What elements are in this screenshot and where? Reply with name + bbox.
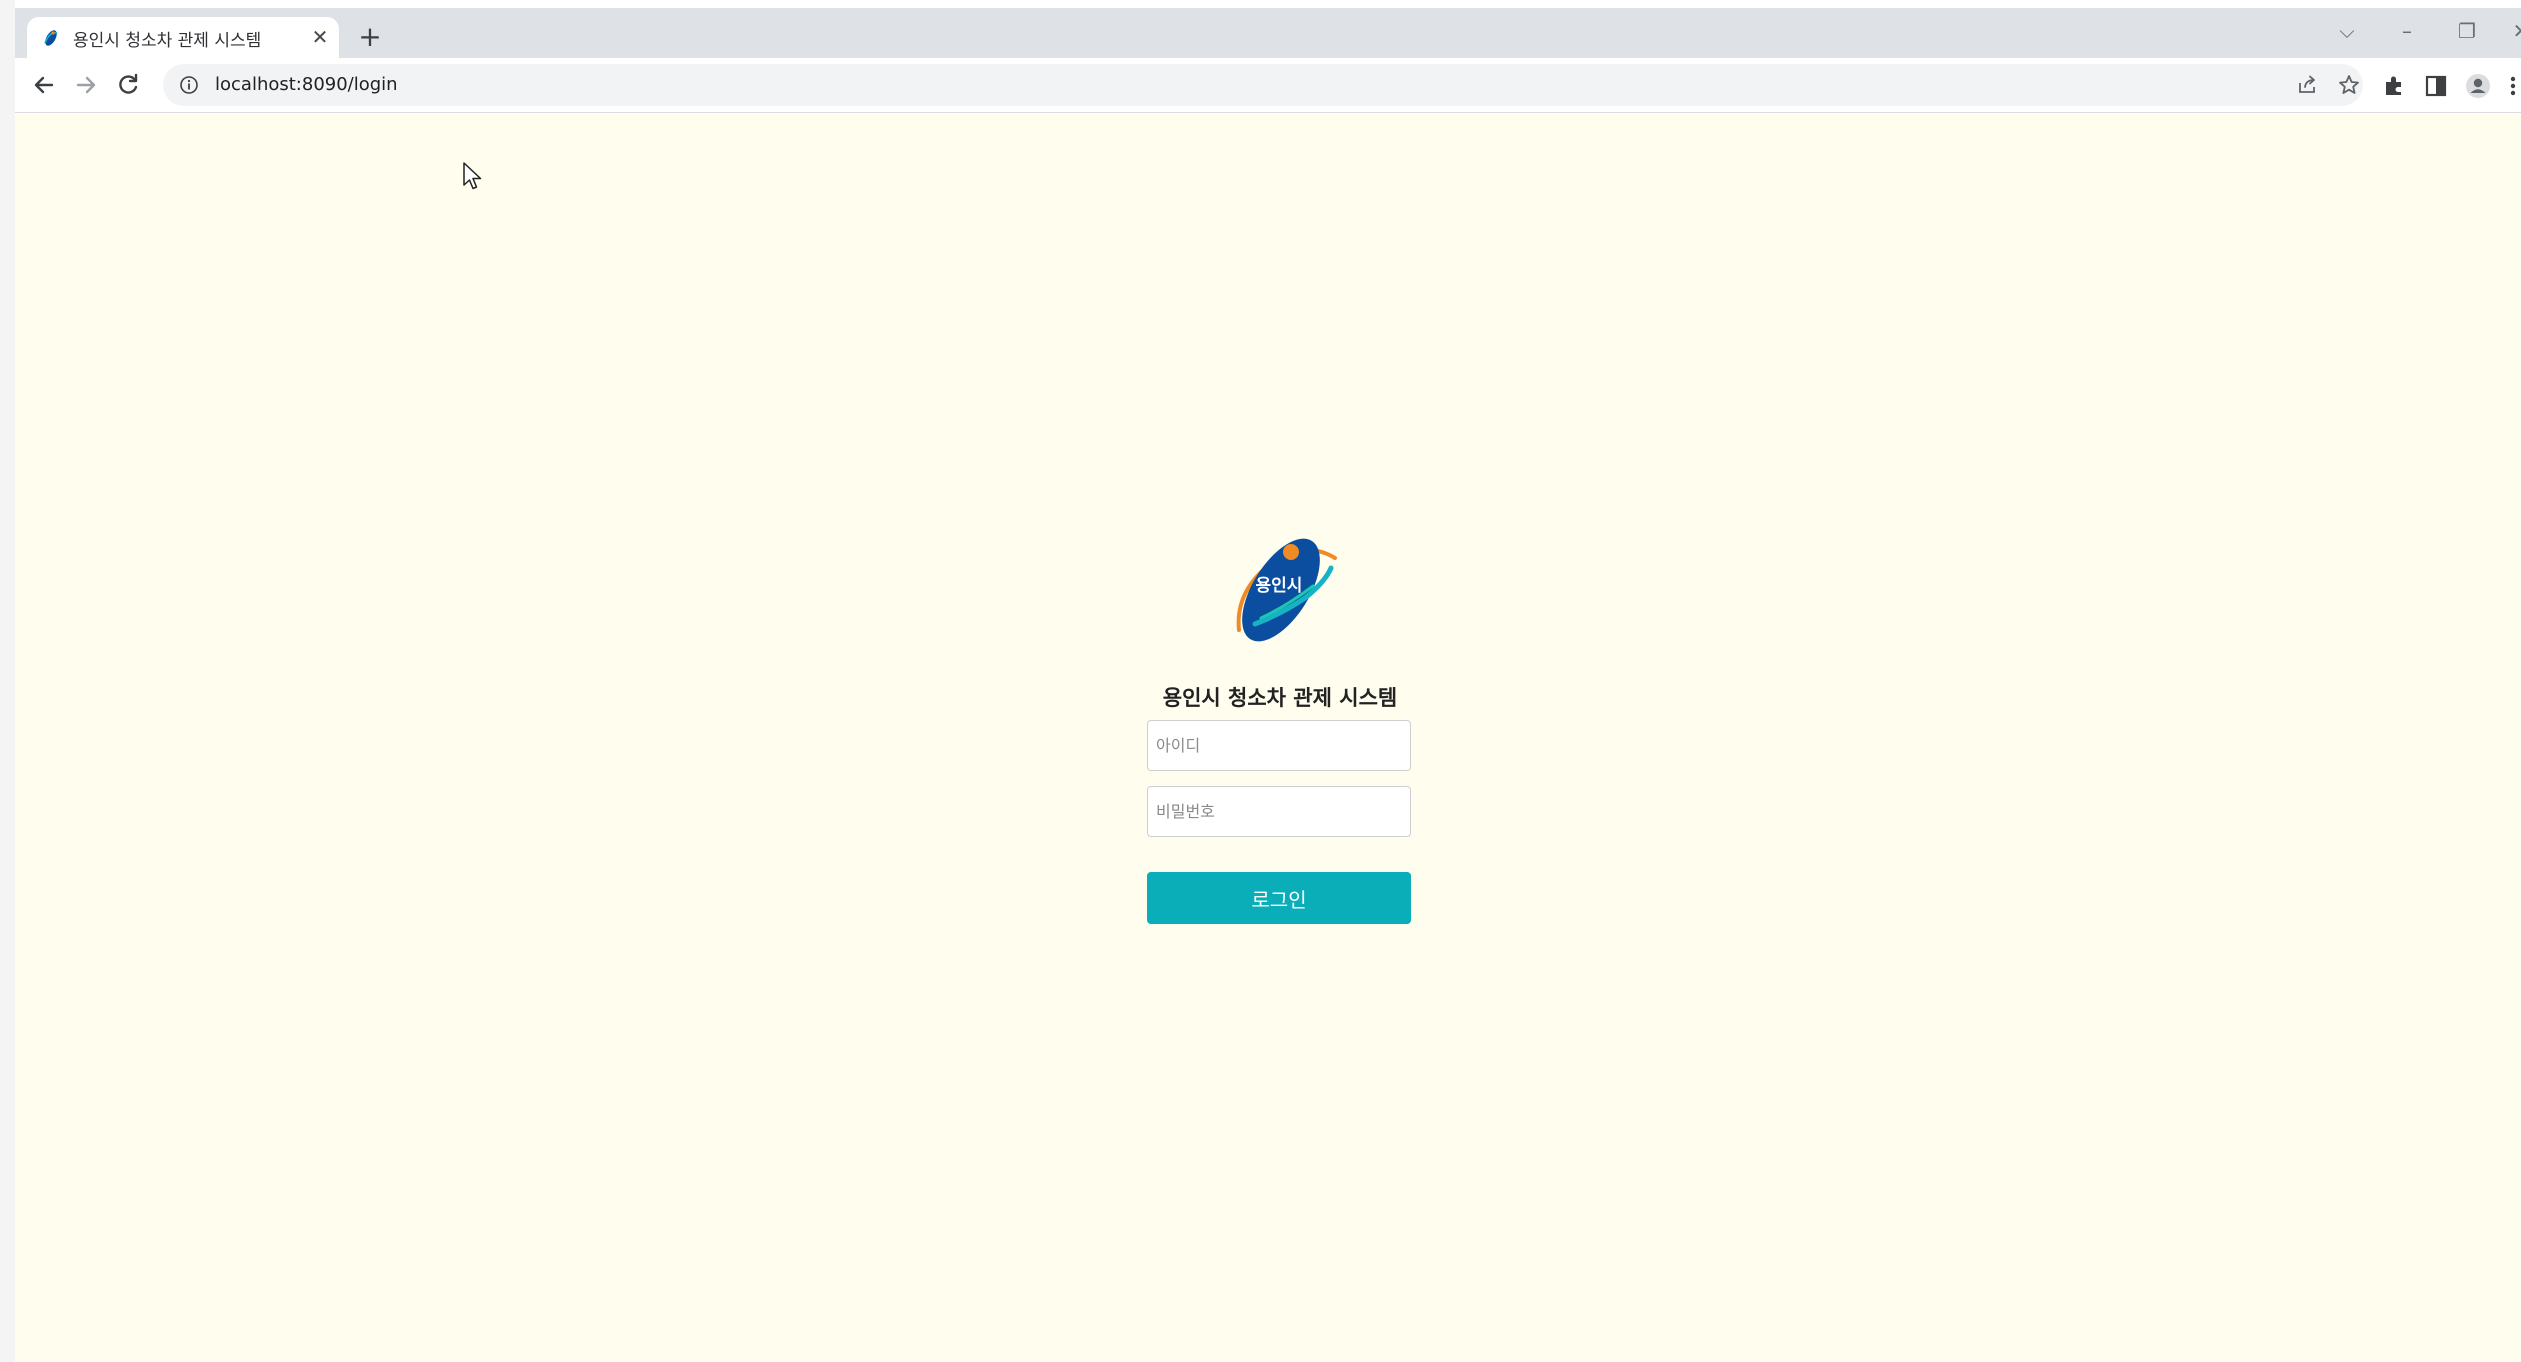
minimize-button[interactable]: –	[2387, 16, 2427, 46]
id-input[interactable]	[1147, 720, 1411, 771]
info-icon[interactable]	[179, 75, 199, 95]
browser-toolbar: localhost:8090/login	[15, 58, 2521, 113]
restore-button[interactable]: ❐	[2447, 16, 2487, 46]
side-panel-icon[interactable]	[2423, 73, 2449, 99]
favicon-icon	[44, 30, 58, 46]
system-title: 용인시 청소차 관제 시스템	[1162, 686, 1398, 710]
tab-title: 용인시 청소차 관제 시스템	[73, 31, 262, 51]
password-input[interactable]	[1147, 786, 1411, 837]
window-close-button[interactable]: ✕	[2501, 16, 2521, 46]
login-button[interactable]: 로그인	[1147, 872, 1411, 924]
forward-icon[interactable]	[69, 68, 103, 102]
login-page: 용인시 용인시 청소차 관제 시스템 로그인	[15, 113, 2521, 1362]
share-icon[interactable]	[2295, 73, 2319, 97]
browser-tab[interactable]: 용인시 청소차 관제 시스템 ✕	[27, 17, 339, 58]
yongin-logo: 용인시	[1236, 538, 1337, 642]
extensions-icon[interactable]	[2381, 73, 2407, 99]
menu-icon[interactable]	[2507, 73, 2519, 99]
screen: 용인시 청소차 관제 시스템 ✕ + ⌵ – ❐ ✕ localhost:809…	[0, 0, 2521, 1362]
url-text[interactable]: localhost:8090/login	[215, 74, 398, 95]
cursor-icon	[463, 162, 482, 190]
browser-window: 용인시 청소차 관제 시스템 ✕ + ⌵ – ❐ ✕ localhost:809…	[15, 8, 2521, 1362]
back-icon[interactable]	[27, 68, 61, 102]
close-icon[interactable]: ✕	[307, 24, 333, 50]
tab-strip: 용인시 청소차 관제 시스템 ✕ + ⌵ – ❐ ✕	[15, 8, 2521, 58]
desktop-edge	[0, 0, 15, 1362]
reload-icon[interactable]	[111, 68, 145, 102]
star-icon[interactable]	[2337, 73, 2361, 97]
tab-search-button[interactable]: ⌵	[2327, 16, 2367, 46]
logo-text: 용인시	[1256, 576, 1303, 596]
profile-icon[interactable]	[2465, 73, 2491, 99]
address-bar[interactable]: localhost:8090/login	[163, 64, 2363, 106]
plus-icon[interactable]: +	[353, 20, 387, 54]
